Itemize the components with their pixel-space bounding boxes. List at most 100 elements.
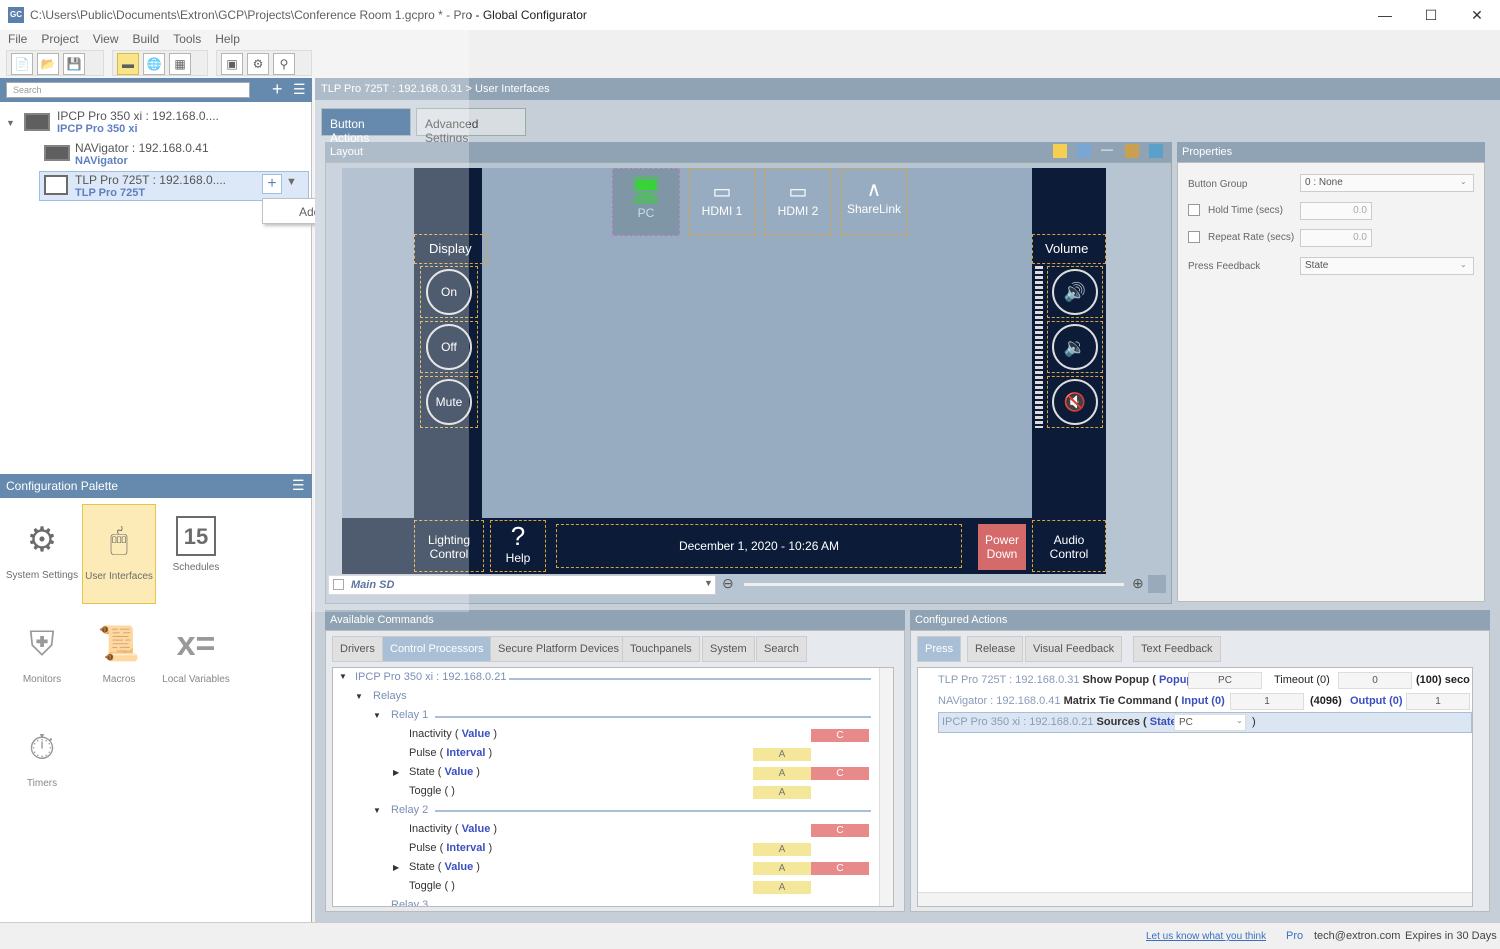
menu-project[interactable]: Project [33, 30, 84, 46]
dropdown-icon[interactable]: ▼ [286, 176, 297, 188]
tab-press[interactable]: Press [917, 636, 962, 662]
volume-up-icon[interactable]: 🔊 [1052, 269, 1098, 315]
scrollbar[interactable] [879, 668, 893, 906]
expand-arrow-icon[interactable]: ▼ [373, 711, 381, 720]
tab-text-feedback[interactable]: Text Feedback [1133, 636, 1221, 662]
tab-advanced-settings[interactable]: Advanced Settings [416, 108, 526, 145]
command-state[interactable]: State ( Value ) [409, 766, 480, 778]
action-row-sources[interactable]: IPCP Pro 350 xi : 192.168.0.21 Sources (… [924, 712, 1177, 733]
add-mirror-icon[interactable]: + [262, 174, 282, 194]
layout-view-icon[interactable]: ▬ [117, 53, 139, 75]
maximize-icon[interactable]: ☐ [1408, 0, 1454, 30]
tree-item-ipcp[interactable]: IPCP Pro 350 xi : 192.168.0.... [57, 109, 219, 123]
zoom-in-icon[interactable]: ⊕ [1132, 575, 1144, 592]
command-inactivity[interactable]: Inactivity ( Value ) [409, 823, 497, 835]
diagram-icon[interactable]: ▦ [169, 53, 191, 75]
tree-item-tlp[interactable]: TLP Pro 725T : 192.168.0.... [75, 173, 226, 187]
add-device-icon[interactable]: + [272, 79, 283, 100]
expand-arrow-icon[interactable]: ▼ [373, 806, 381, 815]
relay3-group[interactable]: Relay 3 [391, 899, 428, 906]
display-mute-button[interactable]: Mute [426, 379, 472, 425]
audio-control-button[interactable]: Audio Control [1032, 520, 1106, 572]
palette-user-interfaces[interactable]: 🖱 User Interfaces [82, 504, 156, 604]
tab-system[interactable]: System [702, 636, 755, 662]
expand-arrow-icon[interactable]: ▶ [393, 768, 399, 777]
palette-monitors[interactable]: ⛨ Monitors [5, 608, 79, 708]
page-selector[interactable]: Main SD [328, 575, 716, 595]
timeout-value[interactable]: 0 [1338, 672, 1412, 689]
command-pulse[interactable]: Pulse ( Interval ) [409, 747, 492, 759]
source-hdmi1-button[interactable]: ▭ HDMI 1 [688, 168, 756, 236]
minus-icon[interactable]: — [1101, 142, 1113, 156]
command-state[interactable]: State ( Value ) [409, 861, 480, 873]
palette-timers[interactable]: ⏱ Timers [5, 712, 79, 812]
repeat-rate-input[interactable]: 0.0 [1300, 229, 1372, 247]
network-icon[interactable]: ⚙ [247, 53, 269, 75]
expand-arrow-icon[interactable]: ▼ [339, 672, 347, 681]
feedback-link[interactable]: Let us know what you think [1146, 931, 1266, 942]
input-value[interactable]: 1 [1230, 693, 1304, 710]
palette-system-settings[interactable]: ⚙ System Settings [5, 504, 79, 604]
open-folder-icon[interactable]: 📂 [37, 53, 59, 75]
hold-time-input[interactable]: 0.0 [1300, 202, 1372, 220]
menu-view[interactable]: View [85, 30, 125, 46]
output-value[interactable]: 1 [1406, 693, 1470, 710]
tab-touchpanels[interactable]: Touchpanels [622, 636, 700, 662]
command-pulse[interactable]: Pulse ( Interval ) [409, 842, 492, 854]
press-feedback-select[interactable]: State [1300, 257, 1474, 275]
lighting-control-button[interactable]: Lighting Control [414, 520, 484, 572]
fit-icon[interactable] [1148, 575, 1166, 593]
command-inactivity[interactable]: Inactivity ( Value ) [409, 728, 497, 740]
search-input[interactable] [6, 82, 250, 98]
button-group-select[interactable]: 0 : None [1300, 174, 1474, 192]
grid-icon[interactable] [1053, 144, 1067, 158]
minimize-icon[interactable]: — [1362, 0, 1408, 30]
command-root[interactable]: IPCP Pro 350 xi : 192.168.0.21 [355, 671, 506, 683]
source-hdmi2-button[interactable]: ▭ HDMI 2 [764, 168, 832, 236]
horizontal-scrollbar[interactable] [918, 892, 1472, 906]
tab-drivers[interactable]: Drivers [332, 636, 383, 662]
build-icon[interactable]: ▣ [221, 53, 243, 75]
expand-arrow-icon[interactable]: ▶ [393, 863, 399, 872]
repeat-rate-checkbox[interactable] [1188, 231, 1200, 243]
new-file-icon[interactable]: 📄 [11, 53, 33, 75]
volume-down-icon[interactable]: 🔉 [1052, 324, 1098, 370]
palette-local-variables[interactable]: x= Local Variables [159, 608, 233, 708]
menu-file[interactable]: File [0, 30, 33, 46]
display-on-button[interactable]: On [426, 269, 472, 315]
palette-schedules[interactable]: 15 Schedules [159, 504, 233, 604]
zoom-out-icon[interactable]: ⊖ [722, 575, 734, 592]
tree-item-navigator[interactable]: NAVigator : 192.168.0.41 [75, 141, 209, 155]
tab-release[interactable]: Release [967, 636, 1024, 662]
command-toggle[interactable]: Toggle ( ) [409, 785, 455, 797]
source-pc-button[interactable]: 🖥 PC [612, 168, 680, 236]
action-row-matrix-tie[interactable]: NAVigator : 192.168.0.41 Matrix Tie Comm… [924, 691, 1225, 712]
zoom-slider[interactable] [744, 583, 1124, 586]
source-sharelink-button[interactable]: ∧ ShareLink [840, 168, 908, 236]
tool-icon[interactable] [1125, 144, 1139, 158]
layout-icon[interactable] [1077, 144, 1091, 158]
globe-icon[interactable]: 🌐 [143, 53, 165, 75]
volume-bar[interactable] [1035, 266, 1043, 428]
tab-secure-platform[interactable]: Secure Platform Devices [490, 636, 628, 662]
expand-arrow-icon[interactable]: ▼ [355, 692, 363, 701]
action-row-show-popup[interactable]: TLP Pro 725T : 192.168.0.31 Show Popup (… [924, 670, 1193, 691]
help-button[interactable]: ? Help [490, 520, 546, 572]
menu-help[interactable]: Help [207, 30, 246, 46]
menu-tools[interactable]: Tools [165, 30, 207, 46]
relays-group[interactable]: Relays [373, 690, 407, 702]
tab-visual-feedback[interactable]: Visual Feedback [1025, 636, 1123, 662]
expand-arrow-icon[interactable]: ▼ [6, 118, 15, 128]
location-pin-icon[interactable]: ⚲ [273, 53, 295, 75]
save-icon[interactable]: 💾 [63, 53, 85, 75]
power-down-button[interactable]: Power Down [978, 524, 1026, 570]
tab-button-actions[interactable]: Button Actions [321, 108, 411, 145]
export-icon[interactable] [1149, 144, 1163, 158]
palette-macros[interactable]: 📜 Macros [82, 608, 156, 708]
hold-time-checkbox[interactable] [1188, 204, 1200, 216]
display-off-button[interactable]: Off [426, 324, 472, 370]
menu-icon[interactable]: ☰ [293, 81, 306, 98]
relay2-group[interactable]: Relay 2 [391, 804, 428, 816]
page-dropdown-icon[interactable]: ▼ [704, 578, 713, 588]
volume-mute-icon[interactable]: 🔇 [1052, 379, 1098, 425]
